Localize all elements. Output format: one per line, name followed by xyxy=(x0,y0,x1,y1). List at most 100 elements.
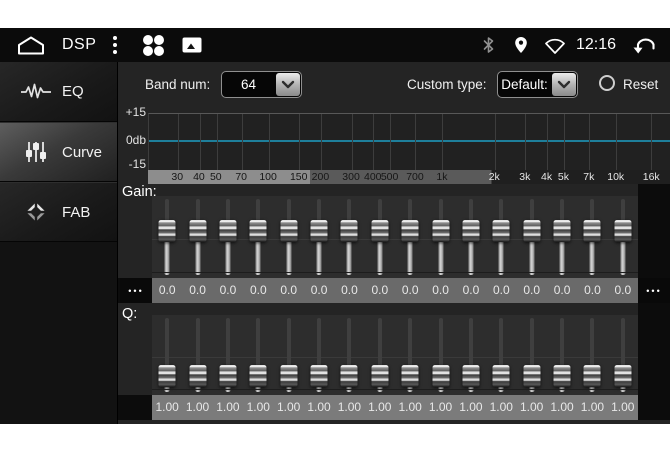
gain-more-left-button[interactable]: ••• xyxy=(120,278,152,303)
band-slider[interactable] xyxy=(274,315,304,395)
band-slider[interactable] xyxy=(365,315,395,395)
custom-type-select[interactable]: Default: xyxy=(497,71,578,98)
band-value: 1.00 xyxy=(152,395,182,420)
q-fader-thumb[interactable] xyxy=(432,365,449,387)
q-values-strip: 1.001.001.001.001.001.001.001.001.001.00… xyxy=(152,395,638,420)
q-fader-thumb[interactable] xyxy=(341,365,358,387)
chevron-down-icon[interactable] xyxy=(276,73,300,96)
q-fader-thumb[interactable] xyxy=(159,365,176,387)
band-value: 0.0 xyxy=(395,278,425,303)
gain-fader-thumb[interactable] xyxy=(432,220,449,242)
q-fader-thumb[interactable] xyxy=(189,365,206,387)
band-num-select[interactable]: 64 xyxy=(221,71,302,98)
freq-gridline xyxy=(321,114,322,170)
gain-fader-thumb[interactable] xyxy=(462,220,479,242)
band-slider[interactable] xyxy=(395,315,425,395)
gain-fader-thumb[interactable] xyxy=(554,220,571,242)
chevron-down-icon[interactable] xyxy=(552,73,576,96)
band-slider[interactable] xyxy=(547,196,577,278)
freq-label: 2k xyxy=(489,170,500,184)
band-slider[interactable] xyxy=(425,196,455,278)
band-slider[interactable] xyxy=(547,315,577,395)
apps-grid-icon[interactable] xyxy=(142,34,165,57)
band-slider[interactable] xyxy=(365,196,395,278)
overflow-menu-icon[interactable] xyxy=(112,35,118,55)
q-fader-thumb[interactable] xyxy=(462,365,479,387)
band-slider[interactable] xyxy=(334,196,364,278)
band-slider[interactable] xyxy=(456,196,486,278)
band-slider[interactable] xyxy=(334,315,364,395)
slider-track-lower xyxy=(408,240,413,275)
freq-label: 4k xyxy=(541,170,552,184)
band-slider[interactable] xyxy=(608,196,638,278)
band-slider[interactable] xyxy=(304,315,334,395)
band-slider[interactable] xyxy=(213,196,243,278)
band-slider[interactable] xyxy=(274,196,304,278)
q-fader-thumb[interactable] xyxy=(371,365,388,387)
band-slider[interactable] xyxy=(395,196,425,278)
band-slider[interactable] xyxy=(304,196,334,278)
curve-plot[interactable] xyxy=(148,113,670,170)
band-slider[interactable] xyxy=(243,315,273,395)
freq-gridline xyxy=(352,114,353,170)
q-fader-thumb[interactable] xyxy=(523,365,540,387)
band-slider[interactable] xyxy=(517,196,547,278)
reset-radio[interactable] xyxy=(599,75,615,91)
gain-fader-thumb[interactable] xyxy=(250,220,267,242)
band-slider[interactable] xyxy=(152,196,182,278)
gallery-icon[interactable] xyxy=(182,37,202,53)
freq-label: 400 xyxy=(364,170,382,184)
band-slider[interactable] xyxy=(152,315,182,395)
band-slider[interactable] xyxy=(517,315,547,395)
freq-gridline xyxy=(525,114,526,170)
gain-fader-thumb[interactable] xyxy=(219,220,236,242)
band-slider[interactable] xyxy=(486,315,516,395)
gain-fader-thumb[interactable] xyxy=(402,220,419,242)
q-fader-thumb[interactable] xyxy=(280,365,297,387)
band-value: 0.0 xyxy=(365,278,395,303)
band-value: 0.0 xyxy=(182,278,212,303)
gain-fader-thumb[interactable] xyxy=(189,220,206,242)
band-slider[interactable] xyxy=(608,315,638,395)
band-slider[interactable] xyxy=(182,315,212,395)
gain-more-right-button[interactable]: ••• xyxy=(638,278,670,303)
gain-fader-thumb[interactable] xyxy=(523,220,540,242)
freq-label: 3k xyxy=(519,170,530,184)
q-fader-thumb[interactable] xyxy=(554,365,571,387)
q-fader-thumb[interactable] xyxy=(614,365,631,387)
q-fader-thumb[interactable] xyxy=(402,365,419,387)
gain-fader-thumb[interactable] xyxy=(159,220,176,242)
q-fader-thumb[interactable] xyxy=(584,365,601,387)
sidebar-item-eq[interactable]: EQ xyxy=(0,62,117,122)
freq-label: 300 xyxy=(342,170,360,184)
freq-label: 150 xyxy=(290,170,308,184)
q-fader-thumb[interactable] xyxy=(493,365,510,387)
y-axis-label-minus15: -15 xyxy=(119,157,146,171)
gain-fader-thumb[interactable] xyxy=(614,220,631,242)
dsp-curve-panel: Band num: 64 Custom type: Default: Reset xyxy=(118,62,670,424)
band-slider[interactable] xyxy=(213,315,243,395)
band-value: 1.00 xyxy=(486,395,516,420)
band-slider[interactable] xyxy=(577,196,607,278)
gain-fader-thumb[interactable] xyxy=(493,220,510,242)
band-slider[interactable] xyxy=(243,196,273,278)
sidebar-item-curve[interactable]: Curve xyxy=(0,122,117,182)
band-slider[interactable] xyxy=(182,196,212,278)
gain-fader-thumb[interactable] xyxy=(311,220,328,242)
gain-fader-thumb[interactable] xyxy=(371,220,388,242)
q-fader-thumb[interactable] xyxy=(250,365,267,387)
q-fader-thumb[interactable] xyxy=(219,365,236,387)
sidebar-item-fab[interactable]: FAB xyxy=(0,182,117,242)
band-slider[interactable] xyxy=(456,315,486,395)
q-fader-thumb[interactable] xyxy=(311,365,328,387)
band-slider[interactable] xyxy=(486,196,516,278)
gain-fader-thumb[interactable] xyxy=(280,220,297,242)
band-slider[interactable] xyxy=(577,315,607,395)
wifi-icon xyxy=(544,37,566,54)
home-icon[interactable] xyxy=(16,35,46,55)
back-icon[interactable] xyxy=(632,36,658,55)
gain-fader-thumb[interactable] xyxy=(584,220,601,242)
gain-fader-thumb[interactable] xyxy=(341,220,358,242)
band-slider[interactable] xyxy=(425,315,455,395)
content-area: EQ Curve xyxy=(0,62,670,424)
